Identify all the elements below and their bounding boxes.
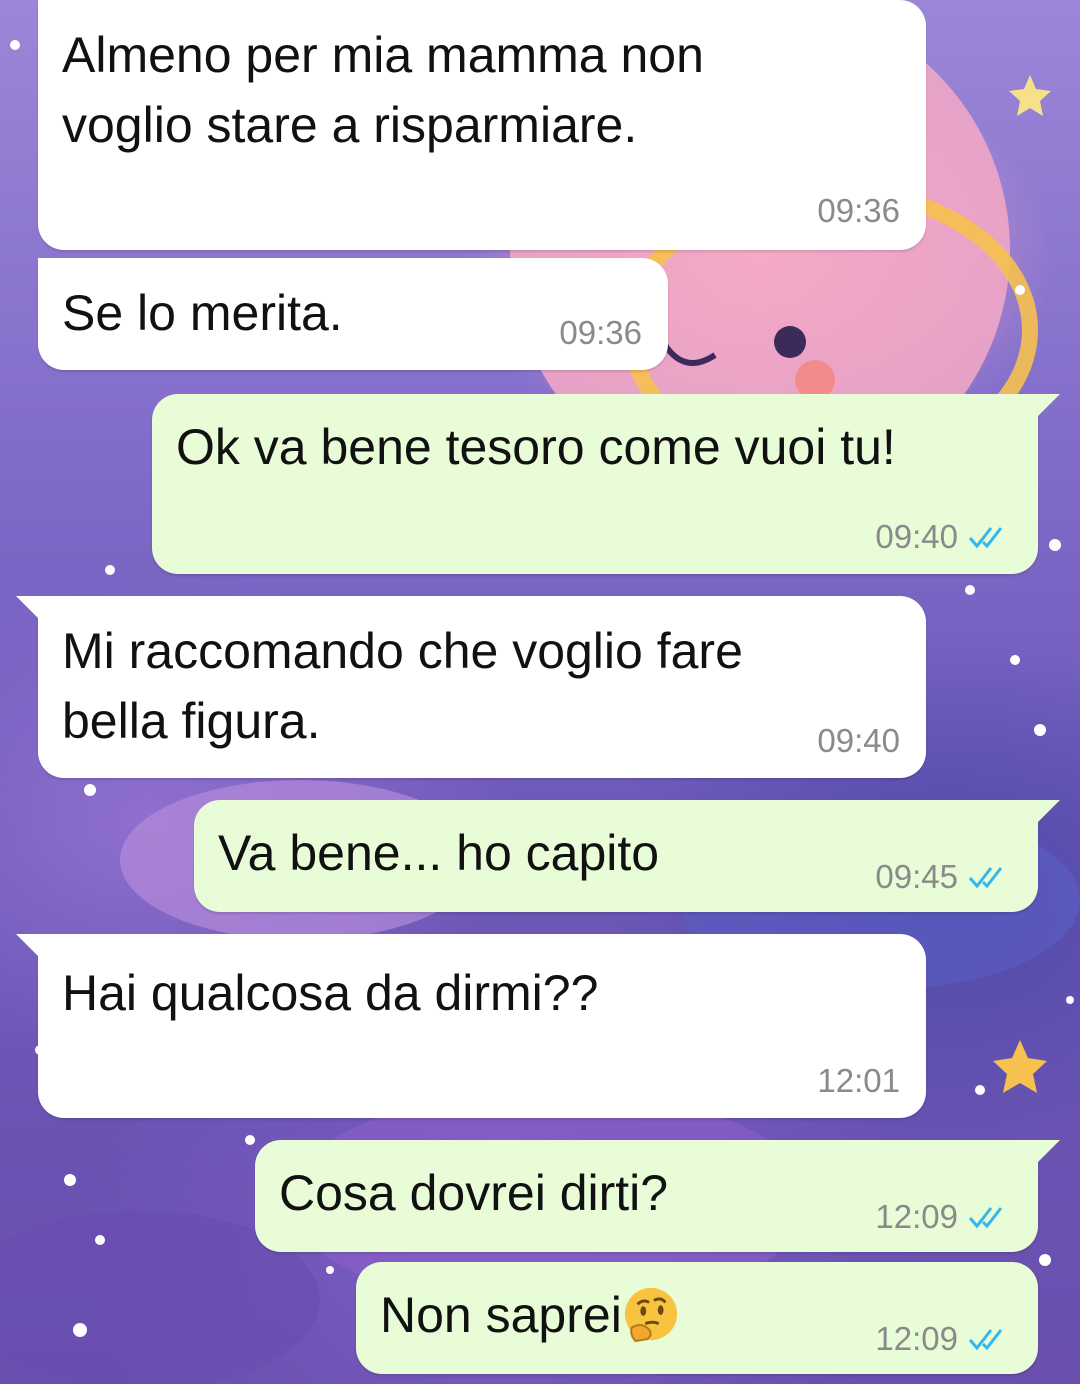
- thinking-face-icon: [624, 1287, 677, 1342]
- message-time: 12:09: [875, 1320, 958, 1357]
- message-time: 12:01: [817, 1062, 900, 1099]
- message-outgoing[interactable]: Non saprei 12:09: [356, 1262, 1038, 1374]
- message-text: Ok va bene tesoro come vuoi tu!: [176, 419, 896, 475]
- message-incoming[interactable]: Mi raccomando che voglio fare bella figu…: [16, 596, 926, 778]
- message-text: Almeno per mia mamma non voglio stare a …: [62, 27, 704, 153]
- read-receipt-icon: [968, 1207, 1003, 1229]
- message-text: Hai qualcosa da dirmi??: [62, 965, 599, 1021]
- message-time: 09:40: [875, 518, 958, 555]
- message-time: 09:36: [559, 314, 642, 351]
- message-outgoing[interactable]: Va bene... ho capito 09:45: [194, 800, 1060, 912]
- message-time: 09:36: [817, 192, 900, 229]
- bubble-tail: [16, 596, 38, 618]
- read-receipt-icon: [968, 1329, 1003, 1351]
- message-time: 09:45: [875, 858, 958, 895]
- message-outgoing[interactable]: Cosa dovrei dirti? 12:09: [255, 1140, 1060, 1252]
- message-incoming[interactable]: Hai qualcosa da dirmi?? 12:01: [16, 934, 926, 1118]
- bubble-tail: [1038, 800, 1060, 822]
- message-text: Se lo merita.: [62, 285, 343, 341]
- message-incoming[interactable]: Almeno per mia mamma non voglio stare a …: [38, 0, 926, 250]
- message-incoming[interactable]: Se lo merita. 09:36: [38, 258, 668, 370]
- bubble-tail: [1038, 394, 1060, 416]
- read-receipt-icon: [968, 867, 1003, 889]
- message-text-content: Non saprei: [380, 1287, 622, 1343]
- message-time: 09:40: [817, 722, 900, 759]
- message-text: Mi raccomando che voglio fare bella figu…: [62, 623, 743, 749]
- message-outgoing[interactable]: Ok va bene tesoro come vuoi tu! 09:40: [152, 394, 1060, 574]
- bubble-tail: [1038, 1140, 1060, 1162]
- bubble-tail: [16, 934, 38, 956]
- message-time: 12:09: [875, 1198, 958, 1235]
- read-receipt-icon: [968, 527, 1003, 549]
